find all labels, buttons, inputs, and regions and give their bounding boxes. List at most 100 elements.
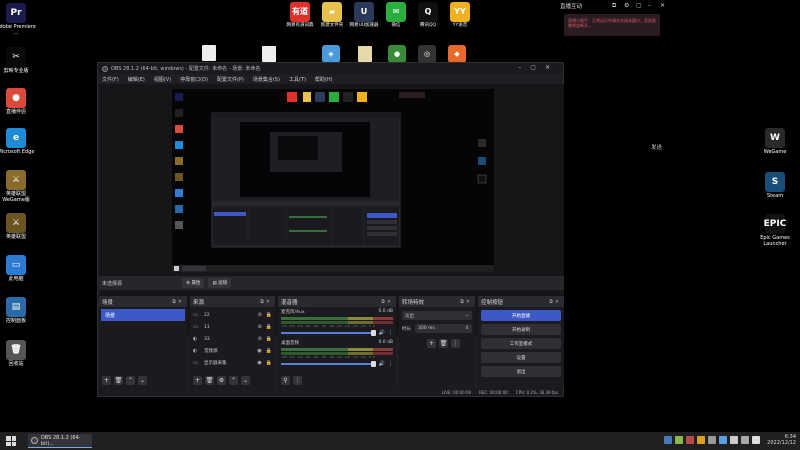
speaker-icon[interactable]: 🔊: [379, 361, 385, 367]
obs-titlebar[interactable]: OBS 28.1.2 (64-bit, windows) - 配置文件: 未命名…: [98, 63, 563, 74]
visibility-icon[interactable]: ⊘: [258, 336, 262, 342]
lock-icon[interactable]: 🔒: [266, 324, 272, 330]
lock-icon[interactable]: 🔒: [266, 312, 272, 318]
scene-item[interactable]: 场景: [101, 309, 185, 321]
dock-controls[interactable]: ⧉✕: [460, 299, 472, 305]
move-up-button[interactable]: ⌃: [229, 375, 238, 385]
dock-controls[interactable]: ⧉✕: [549, 299, 561, 305]
menu-item[interactable]: 停靠窗口(D): [180, 76, 208, 83]
obs-window: OBS 28.1.2 (64-bit, windows) - 配置文件: 未命名…: [97, 62, 564, 397]
control-button[interactable]: 设置: [481, 352, 561, 363]
file-icon[interactable]: [262, 46, 276, 62]
duration-input[interactable]: 300 ms ⇕: [415, 324, 472, 333]
control-button[interactable]: 开始录制: [481, 324, 561, 335]
source-row[interactable]: ▭ 显示器采集 ◉ 🔒: [190, 357, 275, 369]
menu-item[interactable]: 视图(V): [154, 76, 171, 83]
menu-item[interactable]: 文件(F): [102, 76, 119, 83]
properties-button[interactable]: ⚙ 属性: [182, 278, 205, 288]
window-controls[interactable]: –▢✕: [518, 64, 559, 71]
pin-icon[interactable]: ⧉: [612, 2, 616, 10]
desktop-icon[interactable]: ▭ 此电脑: [0, 255, 36, 282]
mixer-link-icon[interactable]: ⚲: [281, 375, 290, 385]
lock-icon[interactable]: 🔒: [266, 336, 272, 342]
desktop-icon[interactable]: EPIC Epic Games Launcher: [755, 214, 795, 247]
desktop-icon[interactable]: ▤ 控制面板: [0, 297, 36, 324]
close-icon[interactable]: ✕: [660, 2, 665, 9]
desktop-icon[interactable]: e Microsoft Edge: [0, 128, 36, 155]
send-button[interactable]: 发送: [651, 143, 662, 151]
dock-controls[interactable]: ⧉✕: [260, 299, 272, 305]
desktop-icon-icon: EPIC: [764, 214, 786, 234]
desktop-icon[interactable]: ● 直播伴侣: [0, 88, 36, 115]
system-tray[interactable]: [664, 436, 760, 444]
desktop-icon[interactable]: W WeGame: [755, 128, 795, 155]
volume-meter: [281, 317, 393, 320]
add-source-button[interactable]: +: [193, 375, 202, 385]
volume-slider[interactable]: [281, 330, 376, 336]
channel-menu-icon[interactable]: ⋮: [388, 361, 393, 367]
transition-menu-icon[interactable]: ⋮: [451, 339, 460, 348]
menu-item[interactable]: 工具(T): [289, 76, 306, 83]
source-row[interactable]: ◐ 33 ⊘ 🔒: [190, 333, 275, 345]
menu-item[interactable]: 编辑(E): [128, 76, 145, 83]
menu-item[interactable]: 场景集合(S): [253, 76, 280, 83]
settings-icon[interactable]: ⚙: [624, 2, 629, 9]
dock-controls[interactable]: ⧉✕: [172, 299, 184, 305]
volume-slider[interactable]: [281, 361, 376, 367]
obs-shortcut-icon[interactable]: ◎: [418, 45, 436, 63]
desktop-icon[interactable]: S Steam: [755, 172, 795, 199]
lock-icon[interactable]: 🔒: [266, 360, 272, 366]
desktop-icon[interactable]: 🗑 回收站: [0, 340, 36, 367]
desktop-icon[interactable]: ✂ 剪映专业版: [0, 47, 36, 74]
source-settings-icon[interactable]: ⚙: [217, 375, 226, 385]
desktop-icon-icon: e: [6, 128, 26, 148]
minimize-icon[interactable]: –: [648, 2, 651, 9]
remove-transition-button[interactable]: 🗑: [439, 339, 448, 348]
app-icon[interactable]: ◆: [448, 45, 466, 63]
visibility-icon[interactable]: ⊘: [258, 324, 262, 330]
add-scene-button[interactable]: +: [102, 375, 111, 385]
desktop-icon-icon: ▭: [6, 255, 26, 275]
control-button[interactable]: 工作室模式: [481, 338, 561, 349]
desktop-icon[interactable]: Pr Adobe Premiere ...: [0, 3, 36, 36]
remove-scene-button[interactable]: 🗑: [114, 375, 123, 385]
add-transition-button[interactable]: +: [427, 339, 436, 348]
start-icon[interactable]: [6, 436, 16, 446]
filters-button[interactable]: ▤ 滤镜: [208, 278, 232, 288]
taskbar-obs-button[interactable]: OBS 28.1.2 (64-bit)...: [28, 434, 92, 448]
speaker-icon[interactable]: 🔊: [379, 330, 385, 336]
desktop-icon-icon: ⚔: [6, 170, 26, 190]
dock-controls[interactable]: ⧉✕: [381, 299, 393, 305]
app-icon[interactable]: ◈: [322, 45, 340, 63]
mixer-channel: 桌面音频 0.0 dB -60 -55 -50 -45 -40 -35 -30 -2…: [278, 338, 396, 369]
move-down-button[interactable]: ⌄: [138, 375, 147, 385]
clock[interactable]: 6:34 2022/12/12: [767, 434, 796, 446]
control-button[interactable]: 退出: [481, 366, 561, 377]
sources-dock: 来源 ⧉✕ ▭ 22 ⊘ 🔒 ▭ 11 ⊘ 🔒 ◐ 33 ⊘ 🔒 ◐ 音频源 ◉ 🔒 ▭ 显示器采集 ◉ 🔒 + 🗑 ⚙…: [190, 296, 275, 388]
visibility-icon[interactable]: ⊘: [258, 312, 262, 318]
source-row[interactable]: ▭ 22 ⊘ 🔒: [190, 309, 275, 321]
source-name: 22: [204, 312, 210, 318]
source-row[interactable]: ▭ 11 ⊘ 🔒: [190, 321, 275, 333]
control-button[interactable]: 开始直播: [481, 310, 561, 321]
visibility-icon[interactable]: ◉: [257, 360, 261, 366]
lock-icon[interactable]: ▢: [636, 2, 642, 9]
desktop-icon[interactable]: ⚔ 英雄联盟: [0, 213, 36, 240]
remove-source-button[interactable]: 🗑: [205, 375, 214, 385]
transition-select[interactable]: 淡出 ⌄: [402, 311, 472, 320]
channel-menu-icon[interactable]: ⋮: [388, 330, 393, 336]
file-icon[interactable]: [202, 45, 216, 61]
mixer-menu-icon[interactable]: ⋮: [293, 375, 302, 385]
menu-item[interactable]: 配置文件(P): [217, 76, 244, 83]
menu-item[interactable]: 帮助(H): [315, 76, 333, 83]
desktop-icon[interactable]: ⚔ 英雄联盟 WeGame版: [0, 170, 36, 203]
move-down-button[interactable]: ⌄: [241, 375, 250, 385]
preview-canvas[interactable]: [172, 89, 494, 272]
move-up-button[interactable]: ⌃: [126, 375, 135, 385]
desktop-icon[interactable]: YY YY语音: [440, 2, 480, 29]
lock-icon[interactable]: 🔒: [266, 348, 272, 354]
visibility-icon[interactable]: ◉: [257, 348, 261, 354]
file-icon[interactable]: [358, 46, 372, 62]
app-icon[interactable]: ●: [388, 45, 406, 63]
source-row[interactable]: ◐ 音频源 ◉ 🔒: [190, 345, 275, 357]
